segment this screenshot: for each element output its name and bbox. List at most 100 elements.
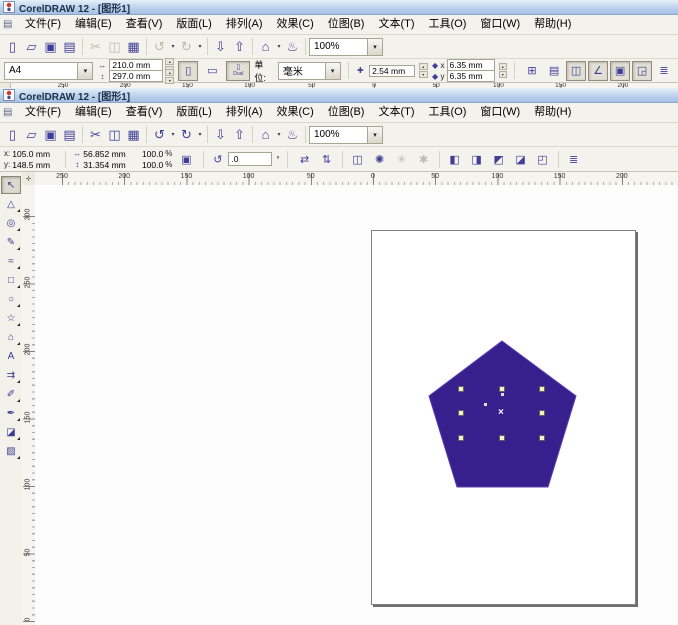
landscape-button[interactable]: ▭ (202, 61, 222, 81)
basic-shapes-tool[interactable]: ⌂ (1, 328, 21, 346)
selection-handle[interactable] (458, 386, 464, 392)
undo-icon-flyout[interactable]: ▾ (169, 43, 177, 50)
copy-icon[interactable]: ◫ (105, 125, 124, 144)
menu-item[interactable]: 编辑(E) (68, 15, 119, 34)
convert-to-curves-icon[interactable]: ≣ (564, 149, 584, 169)
units-select[interactable]: 毫米 ▾ (277, 61, 341, 80)
duplicate-distance-stepper[interactable]: ▴ ▾ (498, 63, 508, 78)
snap-to-grid-icon[interactable]: ⊞ (522, 61, 542, 81)
cut-icon[interactable]: ✂ (86, 125, 105, 144)
pick-tool[interactable]: ↖ (1, 176, 21, 194)
menu-item[interactable]: 窗口(W) (473, 15, 527, 34)
smart-drawing-tool[interactable]: ≈ (1, 252, 21, 270)
new-icon[interactable]: ▯ (3, 37, 22, 56)
menu-item[interactable]: 文本(T) (371, 103, 421, 122)
zoom-level-select[interactable]: 100% ▾ (309, 125, 383, 144)
paper-height-stepper[interactable]: ▴ ▾ (165, 68, 175, 84)
ellipse-tool[interactable]: ○ (1, 290, 21, 308)
menu-item[interactable]: 查看(V) (119, 15, 170, 34)
menu-item[interactable]: 文件(F) (18, 103, 68, 122)
text-tool[interactable]: A (1, 347, 21, 365)
application-launcher-icon-flyout[interactable]: ▾ (275, 131, 283, 138)
chevron-down-icon[interactable]: ▾ (367, 126, 382, 143)
application-launcher-icon[interactable]: ⌂ (256, 37, 275, 56)
menu-item[interactable]: 窗口(W) (473, 103, 527, 122)
menu-item[interactable]: 帮助(H) (527, 103, 578, 122)
trim-icon[interactable]: ✳ (392, 149, 412, 169)
position-icon[interactable]: ◰ (533, 149, 553, 169)
eyedropper-tool[interactable]: ✐ (1, 385, 21, 403)
cut-icon[interactable]: ✂ (86, 37, 105, 56)
redo-icon[interactable]: ↻ (177, 37, 196, 56)
selection-center-marker[interactable]: × (498, 408, 504, 418)
menu-item[interactable]: 位图(B) (321, 103, 372, 122)
lock-ratio-button[interactable]: ▣ (176, 149, 196, 169)
polygon-tool[interactable]: ☆ (1, 309, 21, 327)
scale-y-field[interactable]: 100.0 (137, 160, 163, 170)
duplicate-y-field[interactable]: 6.35 mm (446, 70, 495, 82)
to-front-icon[interactable]: ◧ (445, 149, 465, 169)
print-icon[interactable]: ▤ (60, 125, 79, 144)
shape-tool[interactable]: △ (1, 195, 21, 213)
mirror-vertical-icon[interactable]: ⇅ (317, 149, 337, 169)
scale-x-field[interactable]: 100.0 (137, 149, 163, 159)
application-launcher-icon-flyout[interactable]: ▾ (275, 43, 283, 50)
redo-icon[interactable]: ↻ (177, 125, 196, 144)
menu-item[interactable]: 文件(F) (18, 15, 68, 34)
interactive-blend-tool[interactable]: ⇉ (1, 366, 21, 384)
back-one-icon[interactable]: ◪ (511, 149, 531, 169)
options-icon[interactable]: ≣ (654, 61, 674, 81)
dynamic-guides-icon[interactable]: ∠ (588, 60, 609, 81)
import-icon[interactable]: ⇩ (211, 125, 230, 144)
selection-handle[interactable] (539, 410, 545, 416)
application-launcher-icon[interactable]: ⌂ (256, 125, 275, 144)
portrait-button[interactable]: ▯ (178, 60, 199, 81)
chevron-down-icon[interactable]: ▾ (77, 62, 93, 79)
treat-as-filled-icon[interactable]: ▣ (610, 60, 631, 81)
intersect-icon[interactable]: ✱ (414, 149, 434, 169)
rotation-angle-field[interactable]: .0 (228, 152, 273, 166)
selection-handle[interactable] (458, 410, 464, 416)
menu-item[interactable]: 文本(T) (371, 15, 421, 34)
paper-type-select[interactable]: A4 ▾ (4, 61, 94, 80)
redo-icon-flyout[interactable]: ▾ (196, 131, 204, 138)
selection-handle[interactable] (499, 386, 505, 392)
object-width-field[interactable]: 56.852 mm (83, 149, 133, 159)
paste-icon[interactable]: ▦ (124, 37, 143, 56)
mirror-horizontal-icon[interactable]: ⇄ (295, 149, 315, 169)
menu-item[interactable]: 帮助(H) (527, 15, 578, 34)
interactive-fill-tool[interactable]: ▨ (1, 442, 21, 460)
weld-icon[interactable]: ✺ (370, 149, 390, 169)
undo-icon-flyout[interactable]: ▾ (169, 131, 177, 138)
paper-height-field[interactable]: 297.0 mm (109, 70, 164, 82)
export-icon[interactable]: ⇧ (230, 125, 249, 144)
export-icon[interactable]: ⇧ (230, 37, 249, 56)
menu-item[interactable]: 排列(A) (219, 103, 270, 122)
redo-icon-flyout[interactable]: ▾ (196, 43, 204, 50)
combine-icon[interactable]: ◫ (348, 149, 368, 169)
selection-handle[interactable] (539, 386, 545, 392)
print-icon[interactable]: ▤ (60, 37, 79, 56)
selection-handle[interactable] (539, 435, 545, 441)
paste-icon[interactable]: ▦ (124, 125, 143, 144)
zoom-level-select[interactable]: 100% ▾ (309, 37, 383, 56)
menu-item[interactable]: 工具(O) (422, 103, 474, 122)
menu-item[interactable]: 排列(A) (219, 15, 270, 34)
forward-one-icon[interactable]: ◩ (489, 149, 509, 169)
menu-item[interactable]: 位图(B) (321, 15, 372, 34)
copy-icon[interactable]: ◫ (105, 37, 124, 56)
drawing-canvas[interactable]: × (35, 185, 678, 625)
to-back-icon[interactable]: ◨ (467, 149, 487, 169)
menu-item[interactable]: 效果(C) (270, 15, 321, 34)
y-position-field[interactable]: 148.5 mm (12, 160, 58, 170)
corel-community-icon[interactable]: ♨ (283, 125, 302, 144)
menu-item[interactable]: 工具(O) (422, 15, 474, 34)
menu-item[interactable]: 版面(L) (169, 103, 218, 122)
object-height-field[interactable]: 31.354 mm (83, 160, 133, 170)
freehand-tool[interactable]: ✎ (1, 233, 21, 251)
snap-to-objects-icon[interactable]: ◫ (566, 60, 587, 81)
dual-page-button[interactable]: ▯ Dual (226, 60, 251, 81)
fill-tool[interactable]: ◪ (1, 423, 21, 441)
nudge-offset-stepper[interactable]: ▴ ▾ (418, 63, 428, 78)
save-icon[interactable]: ▣ (41, 125, 60, 144)
